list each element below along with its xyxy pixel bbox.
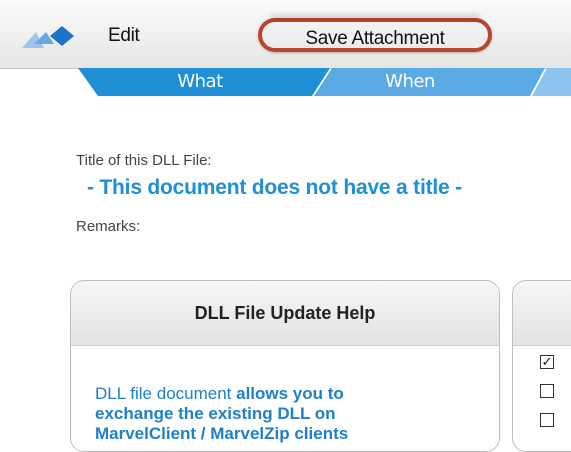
checkbox-3[interactable] — [540, 413, 554, 427]
document-title: - This document does not have a title - — [87, 176, 462, 199]
help-panel-body: DLL file document allows you to exchange… — [71, 346, 499, 444]
help-panel: DLL File Update Help DLL file document a… — [70, 280, 500, 452]
checkbox-1[interactable]: ✓ — [540, 355, 554, 369]
help-panel-heading: DLL File Update Help — [71, 281, 499, 346]
toolbar: Edit Save Attachment — [0, 0, 571, 69]
checkbox-2[interactable] — [540, 384, 554, 398]
save-attachment-button[interactable]: Save Attachment — [258, 14, 492, 52]
button-shadow — [270, 14, 480, 20]
save-attachment-label: Save Attachment — [305, 28, 445, 49]
tab-shapes — [78, 68, 571, 96]
help-text-normal: DLL file document — [95, 384, 237, 403]
edit-button[interactable]: Edit — [108, 22, 140, 50]
remarks-label: Remarks: — [76, 218, 141, 235]
app-logo-icon — [22, 26, 74, 48]
title-label: Title of this DLL File: — [76, 152, 212, 169]
help-text-bold-1: allows you to — [236, 384, 344, 403]
help-text-bold-3: MarvelClient / MarvelZip clients — [95, 424, 349, 443]
tab-when[interactable]: When — [340, 70, 480, 94]
tab-bar: What When — [0, 68, 571, 96]
tab-what[interactable]: What — [130, 70, 270, 94]
secondary-panel-heading — [513, 281, 571, 346]
help-text-bold-2: exchange the existing DLL on — [95, 404, 336, 423]
